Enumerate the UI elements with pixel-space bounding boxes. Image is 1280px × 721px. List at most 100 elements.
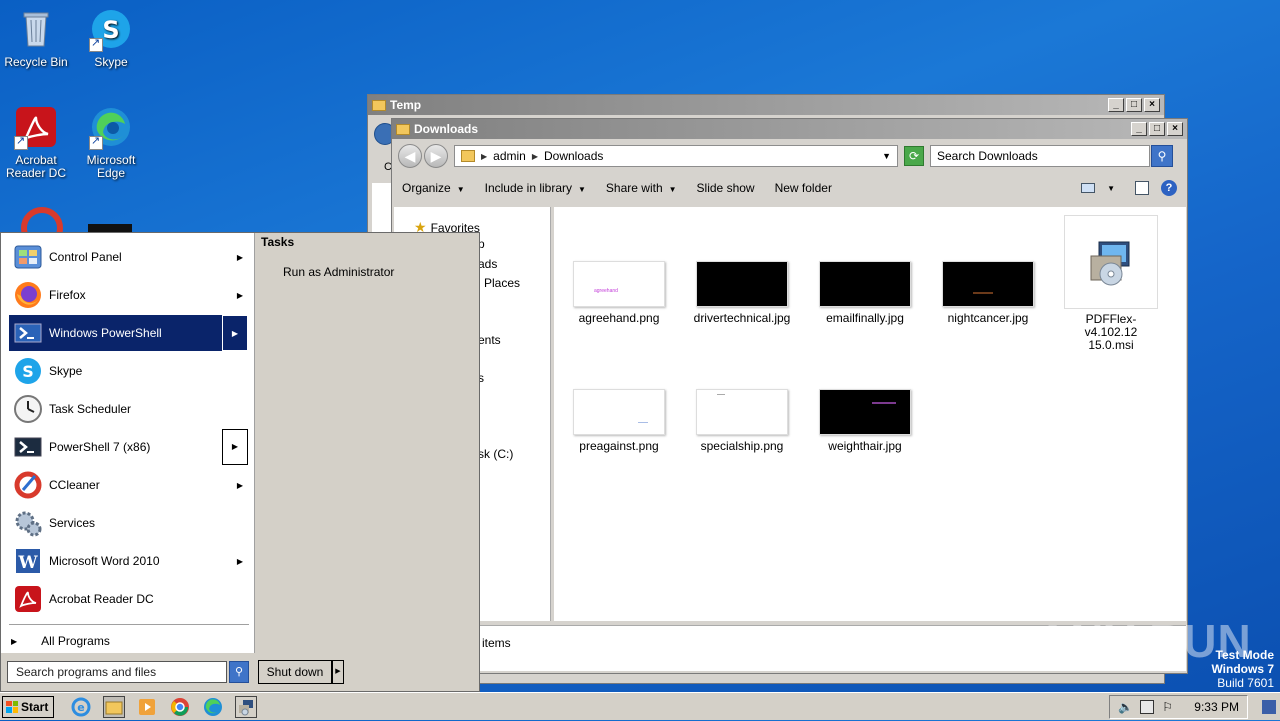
new-folder-button[interactable]: New folder: [775, 181, 832, 195]
program-services[interactable]: Services: [9, 505, 247, 541]
file-explorer-icon[interactable]: [103, 695, 125, 718]
maximize-button[interactable]: □: [1149, 122, 1165, 136]
program-ccleaner[interactable]: CCleaner ▶: [9, 467, 247, 503]
share-with-menu[interactable]: Share with ▼: [606, 181, 677, 195]
word-icon: W: [13, 546, 43, 576]
file-item[interactable]: specialship.png: [687, 389, 797, 453]
nav-item[interactable]: ads: [478, 257, 497, 271]
svg-text:W: W: [17, 553, 38, 573]
image-thumbnail: [942, 261, 1034, 307]
acrobat-icon: [13, 584, 43, 614]
forward-button[interactable]: ▶: [424, 144, 448, 168]
status-text: items: [482, 636, 511, 650]
minimize-button[interactable]: _: [1131, 122, 1147, 136]
breadcrumb-admin[interactable]: admin: [493, 149, 526, 163]
minimize-button[interactable]: _: [1108, 98, 1124, 112]
all-programs-button[interactable]: ▶ All Programs: [11, 631, 249, 651]
search-icon[interactable]: ⚲: [229, 661, 249, 683]
include-in-library-menu[interactable]: Include in library ▼: [485, 181, 586, 195]
desktop-icon-partial-dark[interactable]: [88, 224, 132, 232]
folder-icon: [396, 123, 410, 135]
chrome-icon[interactable]: [169, 696, 191, 718]
shutdown-button[interactable]: Shut down: [258, 660, 332, 684]
file-item[interactable]: PDFFlex-v4.102.12 15.0.msi: [1056, 215, 1166, 352]
desktop-icon-label: Acrobat Reader DC: [5, 153, 67, 180]
shortcut-arrow-icon: [14, 134, 28, 150]
file-item[interactable]: drivertechnical.jpg: [687, 261, 797, 325]
file-name: PDFFlex-v4.102.12 15.0.msi: [1084, 312, 1138, 352]
search-input[interactable]: Search Downloads ⚲: [930, 145, 1173, 167]
nav-item[interactable]: ents: [478, 333, 501, 347]
program-acrobat-reader[interactable]: Acrobat Reader DC: [9, 581, 247, 617]
media-player-icon[interactable]: [136, 696, 158, 718]
program-microsoft-word[interactable]: W Microsoft Word 2010 ▶: [9, 543, 247, 579]
preview-pane-icon[interactable]: [1135, 181, 1149, 195]
maximize-button[interactable]: □: [1126, 98, 1142, 112]
program-list: Control Panel ▶ Firefox ▶ Windows PowerS…: [1, 233, 254, 653]
program-task-scheduler[interactable]: Task Scheduler: [9, 391, 247, 427]
desktop-icon-skype[interactable]: S Skype: [71, 8, 151, 69]
start-button[interactable]: Start: [2, 695, 54, 718]
nav-item[interactable]: Places: [484, 276, 520, 290]
system-info: Test Mode Windows 7 Build 7601: [1211, 648, 1274, 690]
show-desktop-button[interactable]: [1262, 699, 1276, 714]
address-row: ◀ ▶ ▶ admin ▶ Downloads ▼ ⟳ Search Downl…: [392, 139, 1187, 173]
breadcrumb-separator-icon[interactable]: ▶: [532, 152, 538, 161]
program-skype[interactable]: S Skype: [9, 353, 247, 389]
program-firefox[interactable]: Firefox ▶: [9, 277, 247, 313]
program-windows-powershell[interactable]: Windows PowerShell ▶: [9, 315, 248, 351]
help-icon[interactable]: ?: [1161, 180, 1177, 196]
view-icon[interactable]: [1081, 183, 1096, 193]
breadcrumb-separator-icon[interactable]: ▶: [481, 152, 487, 161]
file-item[interactable]: emailfinally.jpg: [810, 261, 920, 325]
address-dropdown-icon[interactable]: ▼: [882, 151, 891, 161]
slide-show-button[interactable]: Slide show: [697, 181, 755, 195]
desktop-icon-partial[interactable]: [20, 204, 64, 232]
services-gear-icon: [13, 508, 43, 538]
breadcrumb-downloads[interactable]: Downloads: [544, 149, 603, 163]
refresh-button[interactable]: ⟳: [904, 146, 924, 166]
start-search-input[interactable]: Search programs and files: [7, 661, 227, 683]
file-item[interactable]: nightcancer.jpg: [933, 261, 1043, 325]
image-thumbnail: [573, 389, 665, 435]
tasks-pane: Tasks Run as Administrator: [254, 233, 479, 653]
desktop-icon-recycle-bin[interactable]: Recycle Bin: [0, 8, 76, 69]
run-as-administrator[interactable]: Run as Administrator: [255, 265, 479, 279]
program-powershell-7[interactable]: PowerShell 7 (x86) ▶: [9, 429, 248, 465]
tasks-header: Tasks: [261, 235, 295, 249]
ccleaner-icon: [13, 470, 43, 500]
file-name: weighthair.jpg: [828, 439, 902, 453]
control-panel-icon: [13, 242, 43, 272]
organize-menu[interactable]: Organize ▼: [402, 181, 465, 195]
windows-logo-icon: [6, 700, 18, 713]
search-icon[interactable]: ⚲: [1151, 145, 1173, 167]
submenu-arrow-icon: ▶: [236, 480, 243, 490]
installer-icon[interactable]: [235, 695, 257, 718]
shutdown-options-arrow-icon[interactable]: ▶: [332, 660, 344, 684]
network-icon[interactable]: [1140, 699, 1155, 714]
action-center-flag-icon[interactable]: ⚐: [1162, 700, 1176, 714]
submenu-arrow-icon[interactable]: ▶: [222, 429, 248, 465]
close-button[interactable]: ×: [1167, 122, 1183, 136]
search-placeholder: Search Downloads: [937, 149, 1038, 163]
nav-item[interactable]: sk (C:): [478, 447, 513, 461]
file-item[interactable]: weighthair.jpg: [810, 389, 920, 453]
volume-icon[interactable]: 🔈: [1118, 700, 1133, 714]
program-control-panel[interactable]: Control Panel ▶: [9, 239, 247, 275]
desktop-icon-acrobat[interactable]: Acrobat Reader DC: [0, 106, 76, 180]
downloads-window[interactable]: Downloads _ □ × ◀ ▶ ▶ admin ▶ Downloads …: [391, 118, 1188, 674]
desktop-icon-edge[interactable]: Microsoft Edge: [71, 106, 151, 180]
temp-titlebar[interactable]: Temp _ □ ×: [368, 95, 1164, 115]
file-item[interactable]: agreehand agreehand.png: [564, 261, 674, 325]
recycle-bin-icon: [14, 8, 58, 52]
address-bar[interactable]: ▶ admin ▶ Downloads ▼: [454, 145, 898, 167]
file-item[interactable]: preagainst.png: [564, 389, 674, 453]
back-button[interactable]: ◀: [398, 144, 422, 168]
internet-explorer-icon[interactable]: e: [70, 696, 92, 718]
edge-icon[interactable]: [202, 696, 224, 718]
view-dropdown-icon[interactable]: ▼: [1107, 184, 1115, 193]
file-list[interactable]: agreehand agreehand.png drivertechnical.…: [554, 207, 1186, 621]
clock[interactable]: 9:33 PM: [1194, 700, 1239, 714]
close-button[interactable]: ×: [1144, 98, 1160, 112]
downloads-titlebar[interactable]: Downloads _ □ ×: [392, 119, 1187, 139]
